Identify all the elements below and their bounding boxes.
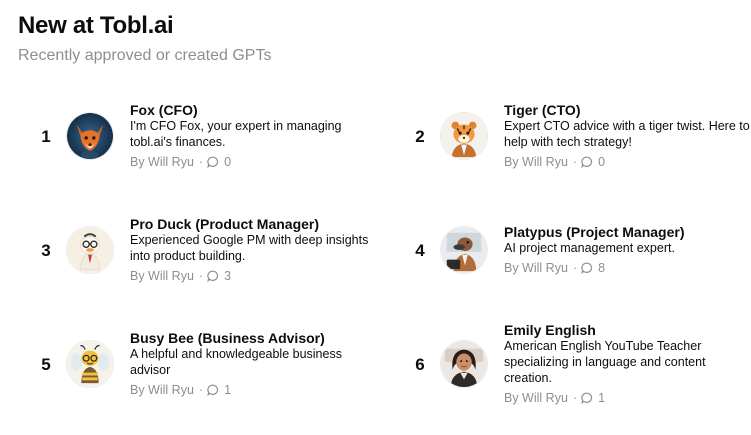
author-label: By Will Ryu (504, 155, 568, 169)
separator: · (198, 383, 204, 397)
author-label: By Will Ryu (504, 261, 568, 275)
gpt-description: Expert CTO advice with a tiger twist. He… (504, 119, 750, 149)
fox-avatar-icon (66, 112, 114, 160)
chat-bubble-icon (207, 270, 219, 282)
conversation-count: 1 (224, 383, 232, 397)
separator: · (198, 155, 204, 169)
gpt-description: AI project management expert. (504, 241, 675, 255)
duck-avatar-icon (66, 226, 114, 274)
gpt-meta: By Will Ryu · 3 (130, 268, 376, 284)
gpt-description: I'm CFO Fox, your expert in managing tob… (130, 119, 342, 149)
separator: · (198, 269, 204, 283)
page-subtitle: Recently approved or created GPTs (18, 47, 272, 64)
conversation-count: 3 (224, 269, 232, 283)
rank-number: 6 (415, 355, 425, 374)
bee-avatar-icon (66, 340, 114, 388)
gpt-meta: By Will Ryu · 0 (130, 154, 376, 170)
page-title: New at Tobl.ai (18, 12, 174, 39)
chat-bubble-icon (207, 384, 219, 396)
chat-bubble-icon (581, 156, 593, 168)
gpt-name: Emily English (504, 322, 596, 338)
gpt-meta: By Will Ryu · 1 (130, 382, 376, 398)
rank-number: 4 (415, 241, 425, 260)
separator: · (572, 391, 578, 405)
platypus-avatar-icon (440, 226, 488, 274)
tiger-avatar-icon (440, 112, 488, 160)
gpt-description: A helpful and knowledgeable business adv… (130, 347, 342, 377)
gpt-name: Busy Bee (Business Advisor) (130, 330, 325, 346)
gpt-description: American English YouTube Teacher special… (504, 339, 706, 385)
rank-number: 3 (41, 241, 51, 260)
conversation-count: 1 (598, 391, 606, 405)
chat-bubble-icon (581, 392, 593, 404)
rank-number: 2 (415, 127, 425, 146)
gpt-name: Tiger (CTO) (504, 102, 581, 118)
gpt-name: Fox (CFO) (130, 102, 198, 118)
gpt-meta: By Will Ryu · 8 (504, 260, 750, 276)
chat-bubble-icon (581, 262, 593, 274)
author-label: By Will Ryu (504, 391, 568, 405)
separator: · (572, 261, 578, 275)
gpt-description: Experienced Google PM with deep insights… (130, 233, 369, 263)
separator: · (572, 155, 578, 169)
conversation-count: 0 (598, 155, 606, 169)
author-label: By Will Ryu (130, 383, 194, 397)
author-label: By Will Ryu (130, 269, 194, 283)
rank-number: 1 (41, 127, 51, 146)
conversation-count: 8 (598, 261, 606, 275)
chat-bubble-icon (207, 156, 219, 168)
gpt-meta: By Will Ryu · 1 (504, 390, 750, 406)
rank-number: 5 (41, 355, 51, 374)
author-label: By Will Ryu (130, 155, 194, 169)
conversation-count: 0 (224, 155, 232, 169)
gpt-name: Platypus (Project Manager) (504, 224, 685, 240)
teacher-avatar-icon (440, 340, 488, 388)
gpt-name: Pro Duck (Product Manager) (130, 216, 320, 232)
gpt-meta: By Will Ryu · 0 (504, 154, 750, 170)
